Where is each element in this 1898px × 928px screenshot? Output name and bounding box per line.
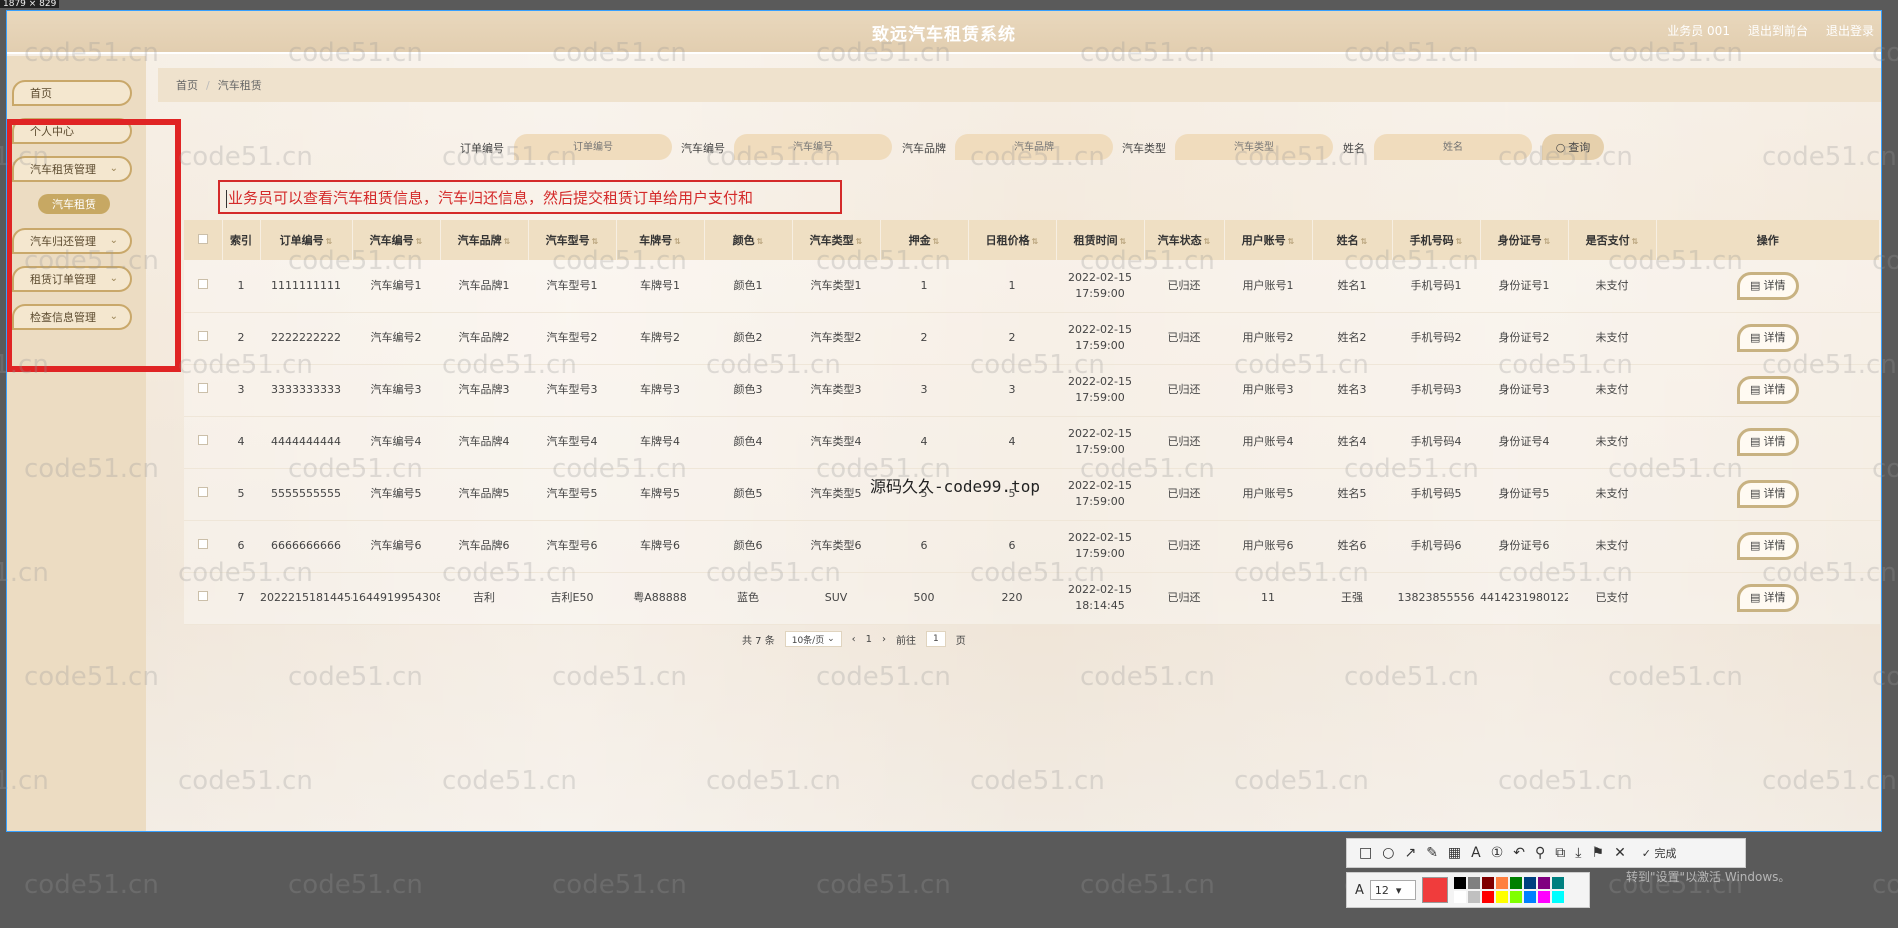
undo-icon[interactable]: ↶: [1513, 845, 1525, 861]
watermark-text: code51.cn: [552, 870, 687, 900]
palette-swatch[interactable]: [1509, 877, 1522, 889]
palette-swatch[interactable]: [1467, 891, 1480, 903]
palette-swatch[interactable]: [1481, 877, 1494, 889]
palette-swatch[interactable]: [1551, 877, 1564, 889]
mosaic-tool-icon[interactable]: ▦: [1448, 845, 1461, 861]
text-tool-icon[interactable]: A: [1471, 845, 1481, 861]
ellipse-tool-icon[interactable]: ○: [1382, 845, 1394, 861]
palette-swatch[interactable]: [1453, 877, 1466, 889]
done-button[interactable]: ✓ 完成: [1642, 845, 1677, 861]
palette-swatch[interactable]: [1467, 877, 1480, 889]
selection-size-label: 1879 × 829: [0, 0, 60, 9]
palette-swatch[interactable]: [1453, 891, 1466, 903]
windows-activation-hint: 转到"设置"以激活 Windows。: [1626, 870, 1791, 884]
selection-frame[interactable]: [6, 10, 1882, 832]
close-icon[interactable]: ✕: [1614, 845, 1626, 861]
color-palette: [1453, 877, 1564, 903]
arrow-tool-icon[interactable]: ↗: [1404, 845, 1416, 861]
palette-swatch[interactable]: [1481, 891, 1494, 903]
watermark-text: code51.cn: [816, 870, 951, 900]
font-size-select[interactable]: 12 ▾: [1369, 880, 1416, 900]
pin-icon[interactable]: ⚲: [1535, 845, 1545, 861]
text-style-toolbar: A 12 ▾: [1346, 872, 1590, 908]
palette-swatch[interactable]: [1495, 877, 1508, 889]
rectangle-tool-icon[interactable]: □: [1359, 845, 1372, 861]
watermark-text: code51.cn: [1080, 870, 1215, 900]
palette-swatch[interactable]: [1551, 891, 1564, 903]
pen-tool-icon[interactable]: ✎: [1426, 845, 1438, 861]
palette-swatch[interactable]: [1537, 877, 1550, 889]
watermark-text: code51.cn: [1872, 870, 1898, 900]
annotation-toolbar: □ ○ ↗ ✎ ▦ A ① ↶ ⚲ ⧉ ⤓ ⚑ ✕ ✓ 完成: [1346, 838, 1746, 868]
watermark-text: code51.cn: [288, 870, 423, 900]
palette-swatch[interactable]: [1523, 891, 1536, 903]
palette-swatch[interactable]: [1495, 891, 1508, 903]
font-icon: A: [1355, 882, 1364, 898]
palette-swatch[interactable]: [1509, 891, 1522, 903]
palette-swatch[interactable]: [1537, 891, 1550, 903]
current-color-swatch[interactable]: [1421, 877, 1448, 903]
bookmark-icon[interactable]: ⚑: [1592, 845, 1605, 861]
copy-icon[interactable]: ⧉: [1555, 845, 1565, 861]
watermark-text: code51.cn: [24, 870, 159, 900]
palette-swatch[interactable]: [1523, 877, 1536, 889]
save-icon[interactable]: ⤓: [1575, 845, 1581, 861]
number-tool-icon[interactable]: ①: [1491, 845, 1504, 861]
